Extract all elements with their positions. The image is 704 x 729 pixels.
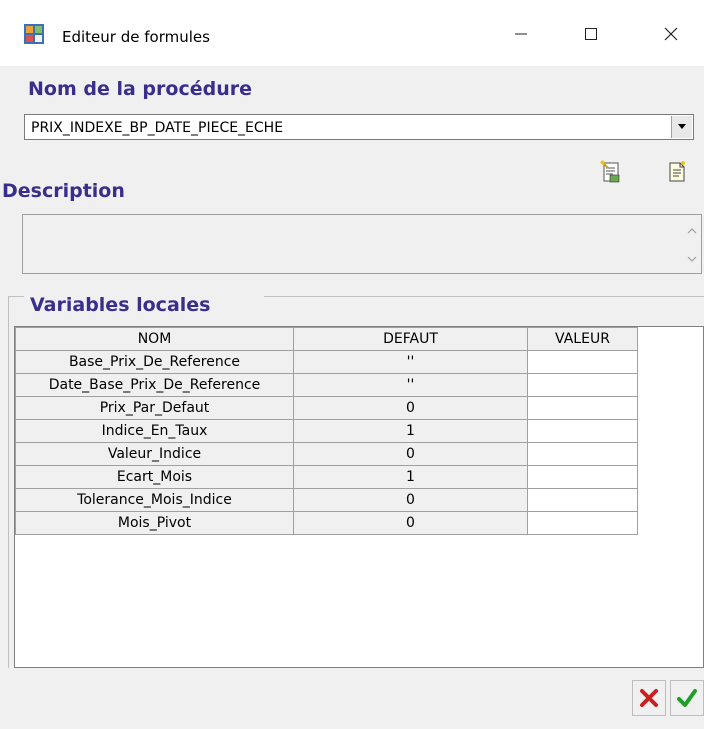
table-row: Indice_En_Taux 1 — [15, 419, 638, 443]
group-frame-top-right — [264, 296, 704, 297]
table-row: Tolerance_Mois_Indice 0 — [15, 488, 638, 512]
table-header-row: NOM DEFAUT VALEUR — [15, 327, 638, 351]
table-row: Prix_Par_Defaut 0 — [15, 396, 638, 420]
variable-value-input[interactable] — [528, 352, 637, 372]
close-button[interactable] — [648, 14, 694, 54]
variable-name: Valeur_Indice — [15, 442, 294, 466]
variable-name: Base_Prix_De_Reference — [15, 350, 294, 374]
variable-name: Mois_Pivot — [15, 511, 294, 535]
variable-value-cell[interactable] — [527, 350, 638, 374]
procedure-select[interactable]: PRIX_INDEXE_BP_DATE_PIECE_ECHE — [24, 114, 694, 140]
procedure-label: Nom de la procédure — [28, 78, 252, 100]
variable-value-input[interactable] — [528, 398, 637, 418]
variable-value-input[interactable] — [528, 513, 637, 533]
variables-label: Variables locales — [30, 294, 211, 316]
maximize-button[interactable] — [568, 14, 614, 54]
variable-name: Indice_En_Taux — [15, 419, 294, 443]
variable-default: '' — [293, 373, 528, 397]
scroll-arrows-icon — [687, 228, 697, 262]
column-header-defaut[interactable]: DEFAUT — [293, 327, 528, 351]
variables-grid[interactable]: NOM DEFAUT VALEUR Base_Prix_De_Reference… — [14, 326, 704, 668]
title-bar: Editeur de formules — [0, 0, 704, 66]
variable-value-cell[interactable] — [527, 511, 638, 535]
description-field[interactable] — [22, 214, 702, 274]
variable-default: 0 — [293, 442, 528, 466]
variable-name: Date_Base_Prix_De_Reference — [15, 373, 294, 397]
variable-value-cell[interactable] — [527, 465, 638, 489]
close-icon — [664, 27, 678, 41]
variable-value-cell[interactable] — [527, 488, 638, 512]
variable-name: Prix_Par_Defaut — [15, 396, 294, 420]
variable-default: 0 — [293, 511, 528, 535]
column-header-nom[interactable]: NOM — [15, 327, 294, 351]
variable-default: 0 — [293, 396, 528, 420]
variable-default: 1 — [293, 419, 528, 443]
red-x-icon — [640, 689, 658, 707]
variable-name: Tolerance_Mois_Indice — [15, 488, 294, 512]
document-icon — [669, 161, 685, 182]
minimize-icon — [515, 33, 527, 35]
chevron-down-icon — [678, 124, 686, 129]
document-button[interactable] — [666, 160, 688, 184]
formula-wizard-button[interactable] — [600, 160, 622, 184]
minimize-button[interactable] — [498, 14, 544, 54]
variable-value-input[interactable] — [528, 490, 637, 510]
procedure-selected-value: PRIX_INDEXE_BP_DATE_PIECE_ECHE — [31, 120, 284, 136]
group-frame-top-left — [8, 296, 24, 297]
column-header-valeur[interactable]: VALEUR — [527, 327, 638, 351]
cancel-button[interactable] — [632, 680, 666, 716]
variable-value-cell[interactable] — [527, 419, 638, 443]
variables-table: NOM DEFAUT VALEUR Base_Prix_De_Reference… — [15, 327, 638, 535]
maximize-icon — [585, 28, 597, 40]
variable-value-input[interactable] — [528, 375, 637, 395]
variable-value-input[interactable] — [528, 421, 637, 441]
variable-default: 0 — [293, 488, 528, 512]
table-row: Date_Base_Prix_De_Reference '' — [15, 373, 638, 397]
table-row: Valeur_Indice 0 — [15, 442, 638, 466]
table-row: Base_Prix_De_Reference '' — [15, 350, 638, 374]
variable-value-input[interactable] — [528, 467, 637, 487]
variable-value-cell[interactable] — [527, 373, 638, 397]
variable-value-cell[interactable] — [527, 442, 638, 466]
description-scrollbar[interactable] — [683, 215, 701, 273]
table-row: Ecart_Mois 1 — [15, 465, 638, 489]
ok-button[interactable] — [670, 680, 704, 716]
variable-value-cell[interactable] — [527, 396, 638, 420]
table-row: Mois_Pivot 0 — [15, 511, 638, 535]
variable-default: 1 — [293, 465, 528, 489]
description-label: Description — [2, 180, 125, 202]
formula-wizard-icon — [600, 160, 620, 183]
variable-name: Ecart_Mois — [15, 465, 294, 489]
green-check-icon — [677, 689, 697, 707]
app-icon — [24, 24, 44, 44]
window-title: Editeur de formules — [62, 28, 210, 46]
group-frame-left — [8, 296, 9, 668]
variable-value-input[interactable] — [528, 444, 637, 464]
dropdown-button[interactable] — [671, 116, 692, 138]
variable-default: '' — [293, 350, 528, 374]
